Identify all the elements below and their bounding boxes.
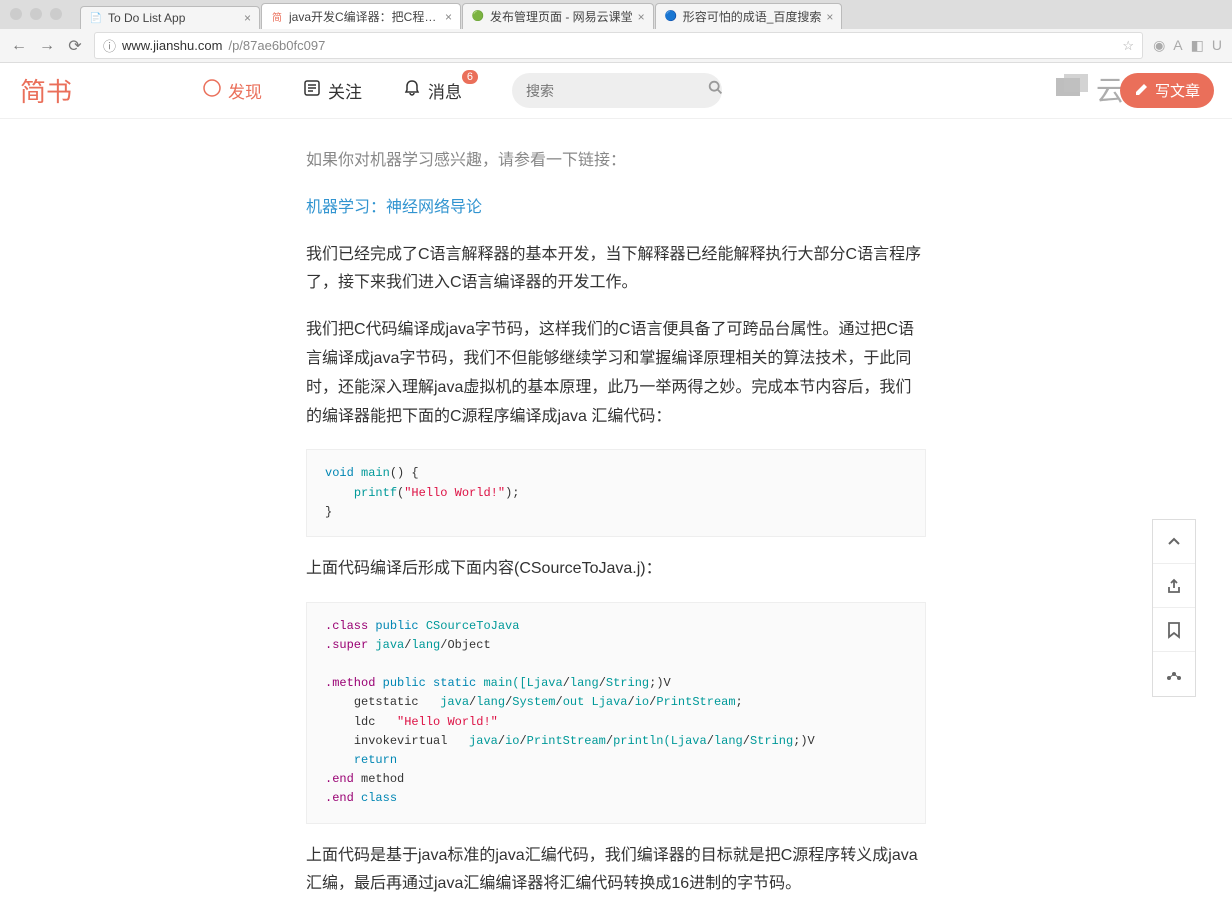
close-icon[interactable]: × (638, 10, 645, 24)
minimize-window[interactable] (30, 8, 42, 20)
scroll-top-button[interactable] (1153, 520, 1195, 564)
article-paragraph: 我们已经完成了C语言解释器的基本开发，当下解释器已经能解释执行大部分C语言程序了… (306, 241, 926, 299)
extension-icon[interactable]: U (1212, 37, 1222, 54)
search-icon[interactable] (707, 79, 725, 102)
nav-label: 关注 (328, 78, 362, 103)
extension-icons: ◉ A ◧ U (1153, 37, 1222, 54)
code-block: .class public CSourceToJava .super java/… (306, 602, 926, 824)
url-path: /p/87ae6b0fc097 (228, 38, 325, 53)
window-controls (10, 8, 62, 20)
close-window[interactable] (10, 8, 22, 20)
tab-label: 发布管理页面 - 网易云课堂 (490, 8, 633, 25)
close-icon[interactable]: × (244, 11, 251, 25)
tab-label: 形容可怕的成语_百度搜索 (683, 8, 822, 25)
tab-favicon: 🔵 (664, 10, 678, 24)
browser-tab[interactable]: 🟢 发布管理页面 - 网易云课堂 × (462, 3, 654, 29)
article-paragraph: 上面代码编译后形成下面内容(CSourceToJava.j)： (306, 555, 926, 584)
reload-button[interactable]: ⟳ (66, 36, 84, 56)
article-paragraph: 上面代码是基于java标准的java汇编代码，我们编译器的目标就是把C源程序转义… (306, 842, 926, 900)
tab-favicon: 简 (270, 10, 284, 24)
url-field[interactable]: ⓘ www.jianshu.com/p/87ae6b0fc097 ☆ (94, 32, 1143, 59)
tab-favicon: 🟢 (471, 10, 485, 24)
notification-badge: 6 (462, 70, 478, 84)
more-button[interactable] (1153, 652, 1195, 696)
article-link[interactable]: 机器学习：神经网络导论 (306, 199, 482, 216)
extension-icon[interactable]: ◉ (1153, 37, 1165, 54)
tab-favicon: 📄 (89, 11, 103, 25)
extension-icon[interactable]: ◧ (1191, 37, 1204, 54)
browser-tab-bar: 📄 To Do List App × 简 java开发C编译器：把C程序编译..… (0, 0, 1232, 29)
bookmark-button[interactable] (1153, 608, 1195, 652)
nav-discover[interactable]: 发现 (202, 78, 262, 103)
close-icon[interactable]: × (445, 10, 452, 24)
code-block: void main() { printf("Hello World!"); } (306, 449, 926, 537)
nav-label: 发现 (228, 78, 262, 103)
tab-label: java开发C编译器：把C程序编译... (289, 8, 440, 25)
search-box[interactable] (512, 73, 722, 108)
nav-messages[interactable]: 消息 6 (402, 78, 462, 103)
article-paragraph: 我们把C代码编译成java字节码，这样我们的C语言便具备了可跨品台属性。通过把C… (306, 316, 926, 431)
site-logo[interactable]: 简书 (20, 72, 72, 109)
bell-icon (402, 78, 422, 103)
nav-label: 消息 (428, 78, 462, 103)
follow-icon (302, 78, 322, 103)
browser-tab[interactable]: 📄 To Do List App × (80, 6, 260, 29)
info-icon[interactable]: ⓘ (103, 36, 116, 55)
site-header: 简书 发现 关注 消息 6 云课堂 写文章 (0, 63, 1232, 119)
browser-tab[interactable]: 简 java开发C编译器：把C程序编译... × (261, 3, 461, 29)
nav-follow[interactable]: 关注 (302, 78, 362, 103)
write-article-button[interactable]: 写文章 (1120, 73, 1214, 108)
back-button[interactable]: ← (10, 37, 28, 55)
address-bar: ← → ⟳ ⓘ www.jianshu.com/p/87ae6b0fc097 ☆… (0, 29, 1232, 63)
write-label: 写文章 (1155, 80, 1200, 101)
article-text: 如果你对机器学习感兴趣，请参看一下链接： (306, 147, 926, 176)
extension-icon[interactable]: A (1173, 37, 1182, 54)
float-toolbar (1152, 519, 1196, 697)
forward-button[interactable]: → (38, 37, 56, 55)
search-input[interactable] (526, 83, 707, 99)
maximize-window[interactable] (50, 8, 62, 20)
close-icon[interactable]: × (826, 10, 833, 24)
share-button[interactable] (1153, 564, 1195, 608)
pen-icon (1134, 81, 1150, 101)
browser-tab[interactable]: 🔵 形容可怕的成语_百度搜索 × (655, 3, 843, 29)
url-host: www.jianshu.com (122, 38, 222, 53)
article-content: 如果你对机器学习感兴趣，请参看一下链接： 机器学习：神经网络导论 我们已经完成了… (306, 119, 926, 899)
compass-icon (202, 78, 222, 103)
star-icon[interactable]: ☆ (1122, 38, 1134, 54)
tab-label: To Do List App (108, 11, 239, 25)
